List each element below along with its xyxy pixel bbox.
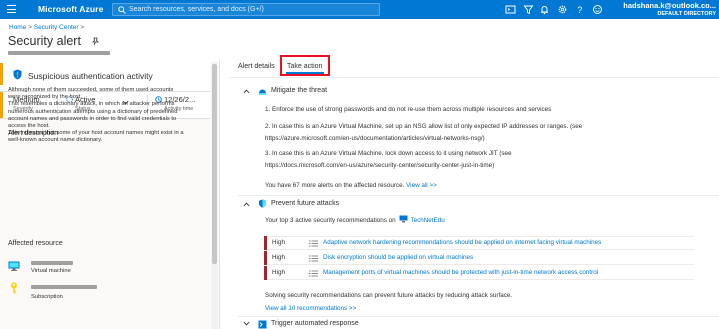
user-email: hadshana.k@outlook.co... (623, 1, 716, 10)
mitigation-step: 1. Enforce the use of strong passwords a… (265, 106, 552, 113)
panel-scrollbar-thumb[interactable] (212, 64, 217, 264)
section-divider (238, 195, 719, 196)
breadcrumb-separator: > (80, 24, 85, 31)
recommendation-link[interactable]: Management ports of virtual machines sho… (323, 269, 598, 276)
menu-icon[interactable] (7, 5, 16, 13)
breadcrumb-security-center[interactable]: Security Center (34, 24, 79, 31)
resource-link[interactable]: TechNetEdu (410, 217, 444, 224)
page-title: Security alert (8, 34, 81, 48)
description-line: Although none of them succeeded, some of… (8, 87, 174, 93)
recommendation-severity: High (272, 254, 285, 261)
chevron-up-icon[interactable] (243, 89, 250, 94)
mitigation-step-url: https://docs.microsoft.com/en-us/azure/s… (265, 162, 495, 169)
account-menu[interactable]: hadshana.k@outlook.co... DEFAULT DIRECTO… (623, 1, 716, 17)
directory-filter-icon[interactable] (523, 4, 534, 15)
description-line: were recognized by the host. (8, 94, 83, 101)
top-bar: Microsoft Azure Search resources, servic… (0, 0, 719, 19)
recommendation-row[interactable]: High Management ports of virtual machine… (264, 266, 694, 280)
cloud-shell-icon[interactable] (505, 4, 516, 15)
recommendation-row[interactable]: High Disk encryption should be applied o… (264, 251, 694, 265)
mitigate-title: Mitigate the threat (271, 87, 328, 94)
settings-icon[interactable] (557, 4, 568, 15)
resource-monitor-icon (399, 215, 408, 223)
shield-icon (259, 199, 266, 208)
recommendation-row[interactable]: High Adaptive network hardening recommen… (264, 236, 694, 250)
help-icon[interactable]: ? (574, 4, 585, 15)
breadcrumb-home[interactable]: Home (9, 24, 26, 31)
chevron-up-icon[interactable] (243, 202, 250, 207)
recommendation-link[interactable]: Disk encryption should be applied on vir… (323, 254, 473, 261)
mitigation-step: 2. In case this is an Azure Virtual Mach… (265, 123, 583, 130)
severity-high-bar (264, 236, 267, 250)
alert-summary-panel: Suspicious authentication activity Mediu… (0, 60, 220, 329)
svg-text:?: ? (577, 5, 582, 15)
pin-icon[interactable] (91, 37, 99, 45)
description-line: well-known account name dictionary. (8, 137, 103, 144)
recommendation-link[interactable]: Adaptive network hardening recommendatio… (323, 239, 601, 246)
list-icon (309, 240, 318, 247)
portal-brand[interactable]: Microsoft Azure (38, 4, 103, 14)
affected-resource-heading: Affected resource (8, 240, 63, 247)
breadcrumb: Home > Security Center > (9, 24, 84, 31)
prevent-title: Prevent future attacks (271, 200, 340, 207)
severity-high-bar (264, 251, 267, 265)
mitigate-icon (259, 89, 266, 95)
view-all-recommendations-link[interactable]: View all 10 recommendations >> (265, 305, 356, 312)
description-line: This indicates that some of your host ac… (8, 130, 184, 137)
user-directory: DEFAULT DIRECTORY (657, 11, 716, 17)
description-line: numerous authentication attempts using a… (8, 108, 178, 115)
list-icon (309, 270, 318, 277)
mitigation-step-url: https://azure.microsoft.com/en-us/docume… (265, 135, 485, 142)
redacted-resource-name (31, 261, 73, 265)
recommendations-intro: Your top 3 active security recommendatio… (265, 215, 445, 224)
tabs-divider (230, 77, 719, 78)
search-placeholder: Search resources, services, and docs (G+… (129, 6, 264, 13)
alert-description: Although none of them succeeded, some of… (8, 87, 204, 145)
virtual-machine-icon (8, 261, 20, 271)
more-alerts-label: You have 67 more alerts on the affected … (265, 182, 405, 189)
automation-icon (258, 320, 267, 329)
description-line: access the host. (8, 123, 50, 130)
alert-name: Suspicious authentication activity (28, 71, 153, 81)
redacted-subscription-name (31, 285, 97, 289)
list-icon (309, 255, 318, 262)
description-line: This resembles a dictionary attack, in w… (8, 101, 175, 108)
search-icon (118, 6, 126, 14)
view-all-alerts-link[interactable]: View all >> (406, 182, 437, 189)
redacted-subtitle (8, 51, 110, 55)
global-search-input[interactable]: Search resources, services, and docs (G+… (112, 3, 380, 16)
severity-accent (0, 63, 3, 85)
trigger-title: Trigger automated response (271, 320, 359, 327)
mitigation-step: 3. In case this is an Azure Virtual Mach… (265, 150, 512, 157)
recommendation-severity: High (272, 239, 285, 246)
notifications-icon[interactable] (539, 4, 550, 15)
alert-summary-content: Suspicious authentication activity Mediu… (0, 60, 210, 329)
recommendation-severity: High (272, 269, 285, 276)
tab-alert-details[interactable]: Alert details (238, 63, 275, 70)
resource-type: Virtual machine (31, 268, 71, 274)
active-tab-indicator (286, 72, 324, 74)
severity-high-bar (264, 266, 267, 280)
description-line: account names and passwords in order to … (8, 115, 177, 122)
chevron-down-icon[interactable] (243, 321, 250, 326)
recommendations-footer: Solving security recommendations can pre… (265, 292, 513, 299)
severity-accent (0, 92, 3, 118)
feedback-icon[interactable] (592, 4, 603, 15)
key-icon (11, 282, 17, 294)
recommendations-intro-text: Your top 3 active security recommendatio… (265, 217, 396, 224)
section-divider (238, 316, 719, 317)
resource-type: Subscription (31, 294, 63, 300)
shield-icon (13, 69, 22, 80)
more-alerts-text: You have 67 more alerts on the affected … (265, 182, 437, 189)
breadcrumb-separator: > (28, 24, 32, 31)
